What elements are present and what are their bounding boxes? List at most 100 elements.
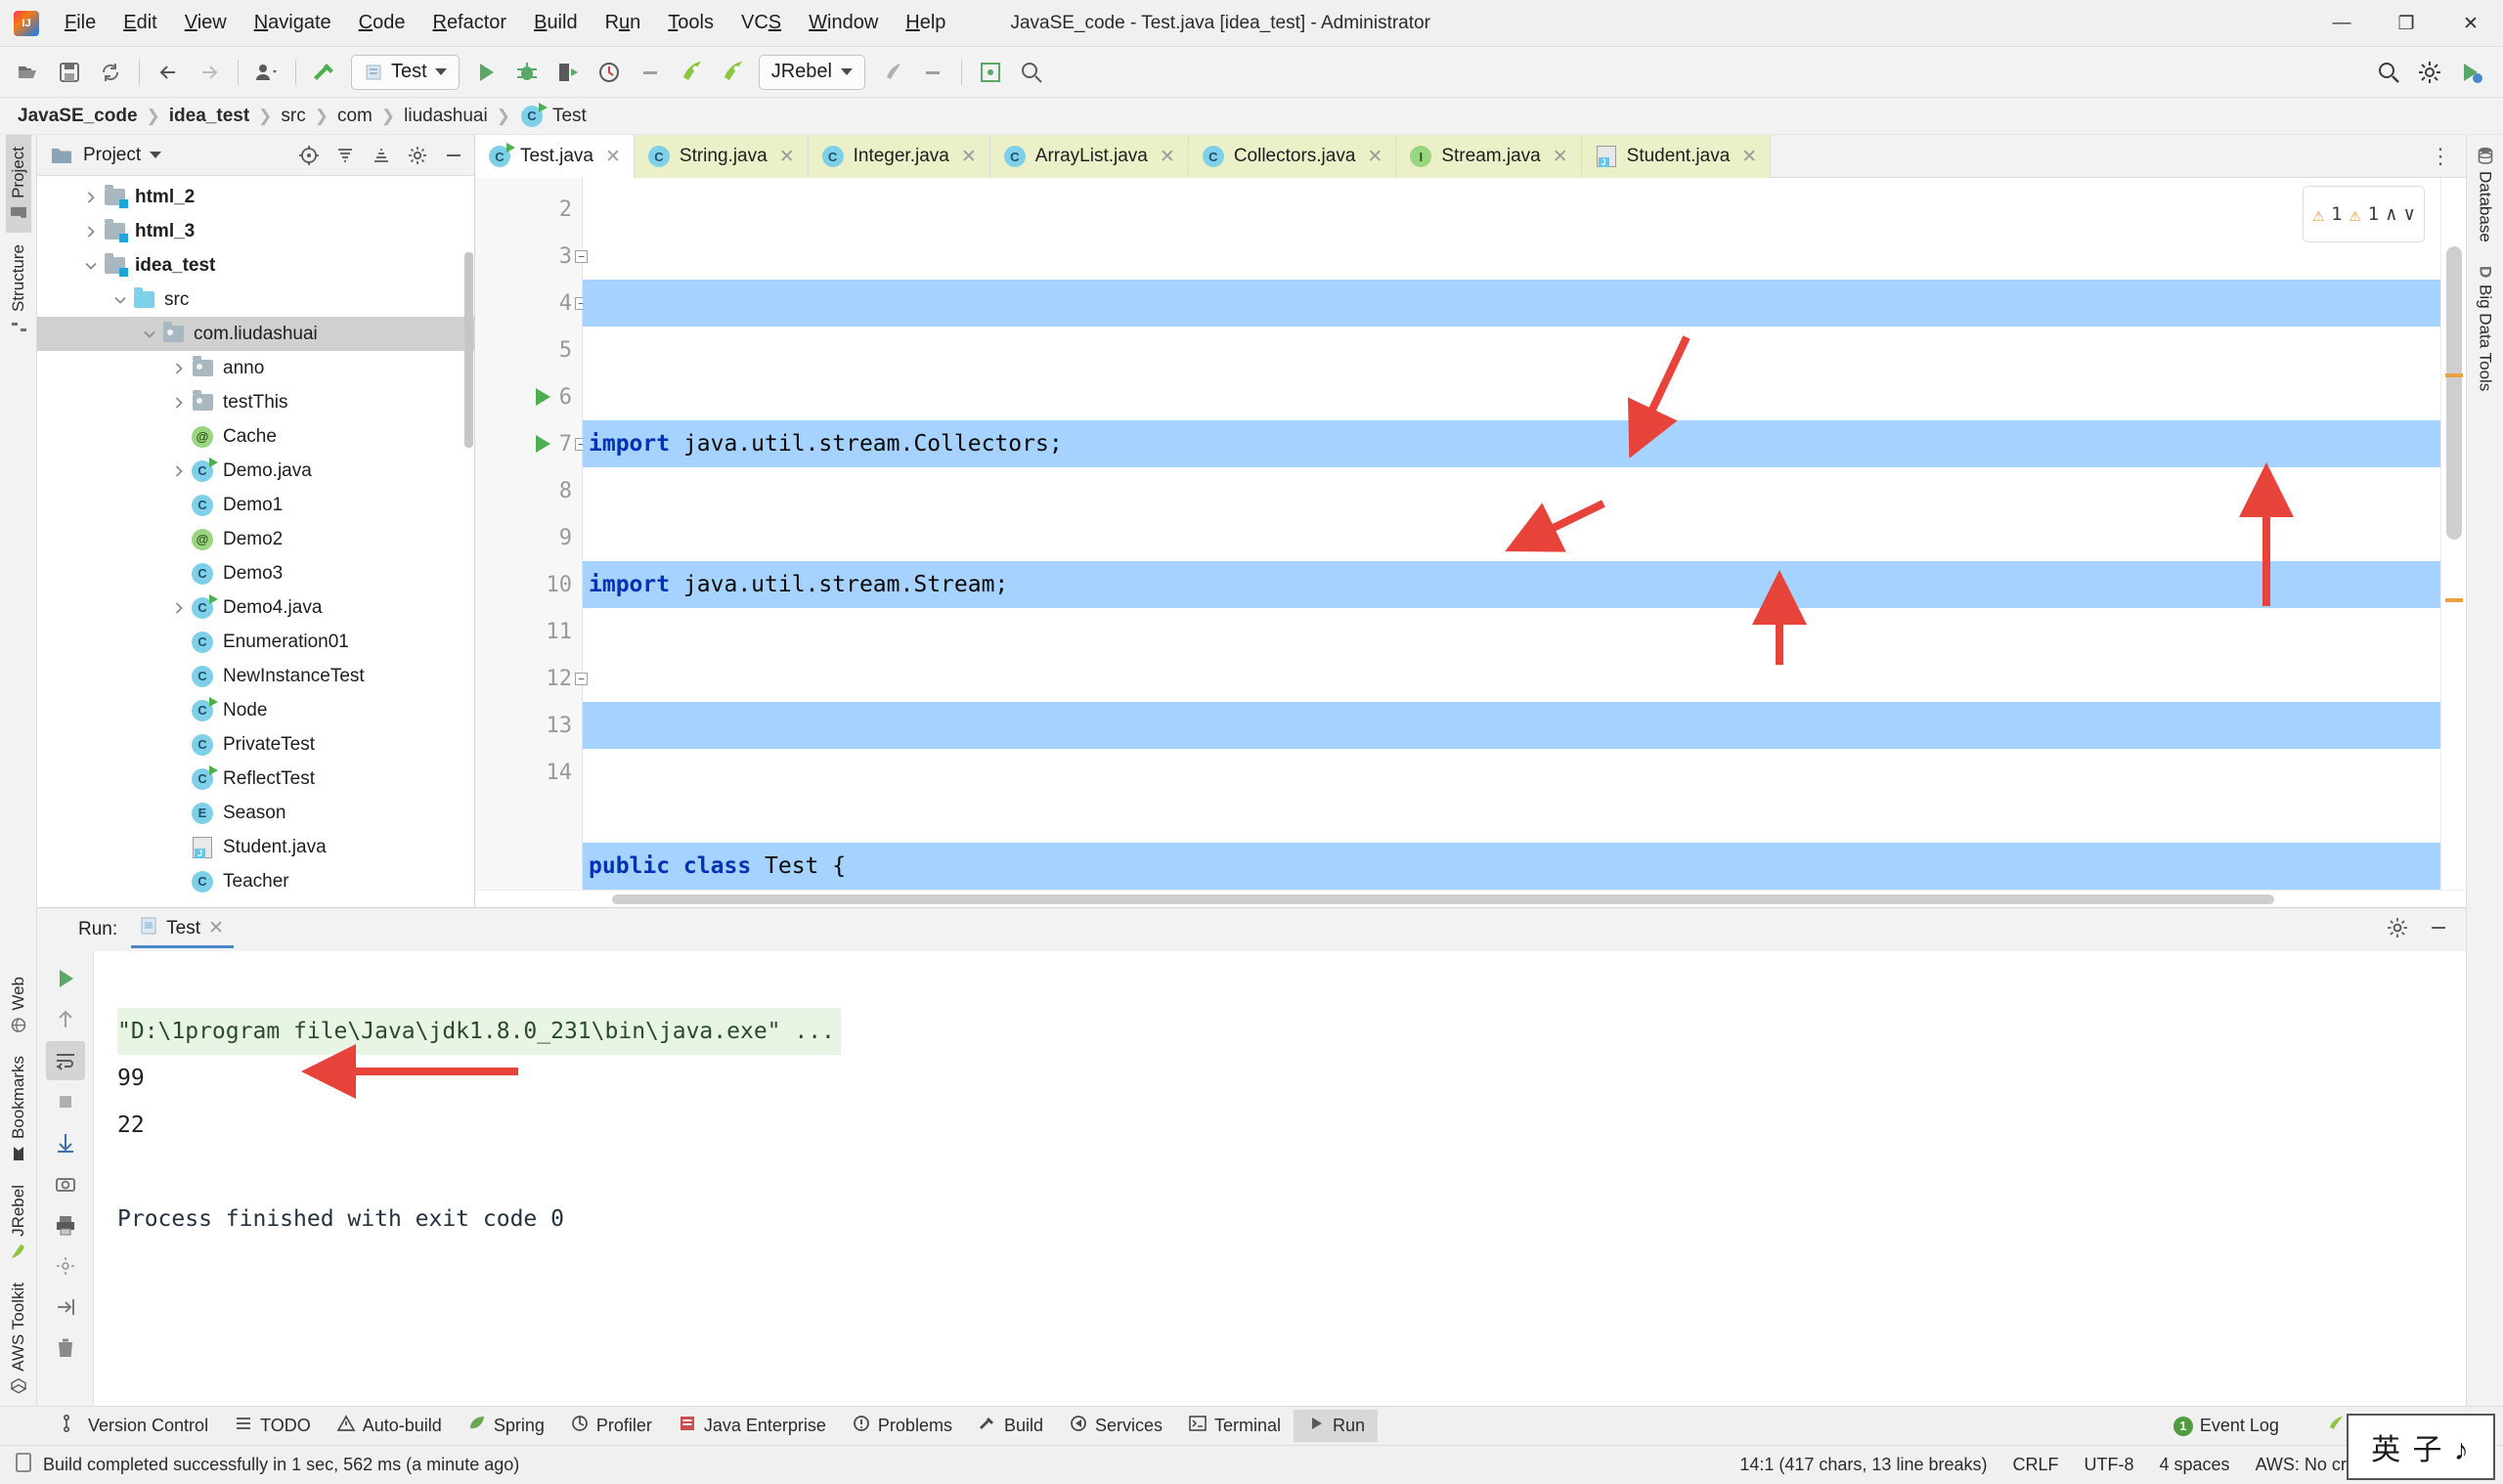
code-line-2[interactable]: [583, 280, 2440, 327]
menu-vcs[interactable]: VCS: [727, 6, 795, 40]
chevron-down-icon[interactable]: [434, 68, 447, 75]
editor-tab-collectors-java[interactable]: C Collectors.java ✕: [1188, 135, 1397, 178]
tool-strip-build[interactable]: Build: [965, 1410, 1056, 1442]
breadcrumb-item-src[interactable]: src: [281, 106, 305, 127]
minimize-button[interactable]: —: [2309, 0, 2374, 47]
tree-node-demo2[interactable]: @ Demo2: [37, 522, 474, 556]
close-icon[interactable]: ✕: [1553, 146, 1568, 168]
target-icon[interactable]: [294, 141, 324, 170]
move-icon[interactable]: [46, 1288, 85, 1327]
gutter-line-3[interactable]: −3: [475, 233, 588, 280]
rerun-icon[interactable]: [46, 959, 85, 998]
save-all-icon[interactable]: [52, 55, 87, 90]
tree-node-newinstancetest[interactable]: C NewInstanceTest: [37, 659, 474, 693]
editor-tab-stream-java[interactable]: I Stream.java ✕: [1396, 135, 1582, 178]
hide-panel-icon[interactable]: [915, 55, 950, 90]
menu-tools[interactable]: Tools: [654, 6, 727, 40]
project-tree-scrollbar[interactable]: [464, 252, 473, 448]
run-configuration-selector[interactable]: Test: [351, 54, 460, 90]
hide-icon[interactable]: [439, 141, 468, 170]
tool-strip-problems[interactable]: Problems: [839, 1410, 965, 1442]
profile-user-icon[interactable]: [249, 55, 285, 90]
tree-node-com-liudashuai[interactable]: com.liudashuai: [37, 317, 474, 351]
debug-icon[interactable]: [509, 55, 545, 90]
editor-tab-integer-java[interactable]: C Integer.java ✕: [808, 135, 990, 178]
close-icon[interactable]: ✕: [961, 146, 977, 168]
close-icon[interactable]: ✕: [605, 146, 621, 168]
settings-small-icon[interactable]: [46, 1246, 85, 1286]
menu-help[interactable]: Help: [892, 6, 959, 40]
tree-node-testthis[interactable]: testThis: [37, 385, 474, 419]
code-content[interactable]: import java.util.stream.Collectors; impo…: [583, 178, 2440, 890]
expand-all-icon[interactable]: [367, 141, 396, 170]
close-icon[interactable]: ✕: [1367, 146, 1383, 168]
tree-node-html-3[interactable]: html_3: [37, 214, 474, 248]
tool-strip-version-control[interactable]: Version Control: [49, 1410, 221, 1442]
expand-arrow-icon[interactable]: [80, 221, 102, 242]
search-structure-icon[interactable]: [1014, 55, 1049, 90]
sidebar-item-web[interactable]: Web: [6, 965, 31, 1045]
expand-arrow-icon[interactable]: [168, 597, 190, 619]
jrebel-extra-icon[interactable]: [874, 55, 909, 90]
scrollbar-thumb[interactable]: [2446, 246, 2462, 540]
web-preview-icon[interactable]: [973, 55, 1008, 90]
tree-node-cache[interactable]: @ Cache: [37, 419, 474, 454]
breadcrumb-item-com[interactable]: com: [337, 106, 373, 127]
tree-node-html-2[interactable]: html_2: [37, 180, 474, 214]
gutter-line-6[interactable]: 6: [475, 373, 582, 420]
prev-problem-icon[interactable]: ∧: [2386, 191, 2396, 238]
menu-run[interactable]: Run: [592, 6, 655, 40]
tree-node-demo-java[interactable]: C Demo.java: [37, 454, 474, 488]
soft-wrap-icon[interactable]: [45, 1041, 85, 1080]
tree-node-teacher[interactable]: C Teacher: [37, 864, 474, 898]
run-icon[interactable]: [468, 55, 504, 90]
project-tree[interactable]: html_2 html_3 idea_test src com.liudashuai an…: [37, 176, 474, 907]
tree-node-student-java[interactable]: Student.java: [37, 830, 474, 864]
editor-gutter[interactable]: 2 −3−4 5 6 −7 8 9 10 11 −12 13 14: [475, 178, 588, 890]
expand-arrow-icon[interactable]: [168, 392, 190, 414]
minimize-icon-run[interactable]: [2427, 916, 2450, 944]
gutter-line-2[interactable]: 2: [475, 186, 582, 233]
gutter-line-4[interactable]: −4: [475, 280, 588, 327]
tree-node-reflecttest[interactable]: C ReflectTest: [37, 762, 474, 796]
jrebel-config-selector[interactable]: JRebel: [758, 54, 865, 90]
editor-vertical-scrollbar[interactable]: [2440, 178, 2466, 890]
tree-node-demo4-java[interactable]: C Demo4.java: [37, 590, 474, 625]
close-icon[interactable]: ✕: [208, 917, 224, 939]
tool-strip-java-enterprise[interactable]: Java Enterprise: [665, 1410, 839, 1442]
settings-gear-icon[interactable]: [2412, 55, 2447, 90]
forward-icon[interactable]: [192, 55, 227, 90]
tool-strip-profiler[interactable]: Profiler: [557, 1410, 665, 1442]
menu-edit[interactable]: Edit: [110, 6, 170, 40]
sidebar-item-jrebel[interactable]: JRebel: [6, 1173, 31, 1271]
trash-icon[interactable]: [46, 1329, 85, 1368]
scroll-to-end-icon[interactable]: [46, 1123, 85, 1162]
tab-overflow-icon[interactable]: ⋮: [2430, 144, 2452, 169]
indent-setting[interactable]: 4 spaces: [2160, 1455, 2230, 1475]
search-everywhere-icon[interactable]: [2371, 55, 2406, 90]
run-tab-test[interactable]: Test ✕: [131, 912, 234, 948]
tool-strip-services[interactable]: Services: [1056, 1410, 1175, 1442]
gutter-line-14[interactable]: 14: [475, 749, 582, 796]
print-icon[interactable]: [46, 1205, 85, 1244]
open-folder-icon[interactable]: [11, 55, 46, 90]
run-gutter-icon[interactable]: [536, 435, 550, 453]
breadcrumb-item-module[interactable]: idea_test: [169, 106, 249, 127]
tree-node-season[interactable]: E Season: [37, 796, 474, 830]
editor-horizontal-scrollbar[interactable]: [475, 890, 2466, 907]
breadcrumb-item-project[interactable]: JavaSE_code: [18, 106, 138, 127]
gutter-line-11[interactable]: 11: [475, 608, 582, 655]
update-icon[interactable]: [2453, 55, 2488, 90]
back-icon[interactable]: [151, 55, 186, 90]
file-encoding[interactable]: UTF-8: [2085, 1455, 2134, 1475]
expand-arrow-icon[interactable]: [168, 358, 190, 379]
tool-strip-terminal[interactable]: Terminal: [1175, 1410, 1294, 1442]
close-icon[interactable]: ✕: [1160, 146, 1175, 168]
sidebar-item-project[interactable]: Project: [5, 135, 31, 233]
sidebar-item-database[interactable]: Database: [2473, 135, 2498, 254]
stop-toolbar-icon[interactable]: [633, 55, 668, 90]
run-with-coverage-icon[interactable]: [550, 55, 586, 90]
code-line-4[interactable]: import java.util.stream.Stream;: [583, 561, 2440, 608]
collapse-arrow-icon[interactable]: [110, 289, 131, 311]
chevron-down-icon-jrebel[interactable]: [840, 68, 853, 75]
